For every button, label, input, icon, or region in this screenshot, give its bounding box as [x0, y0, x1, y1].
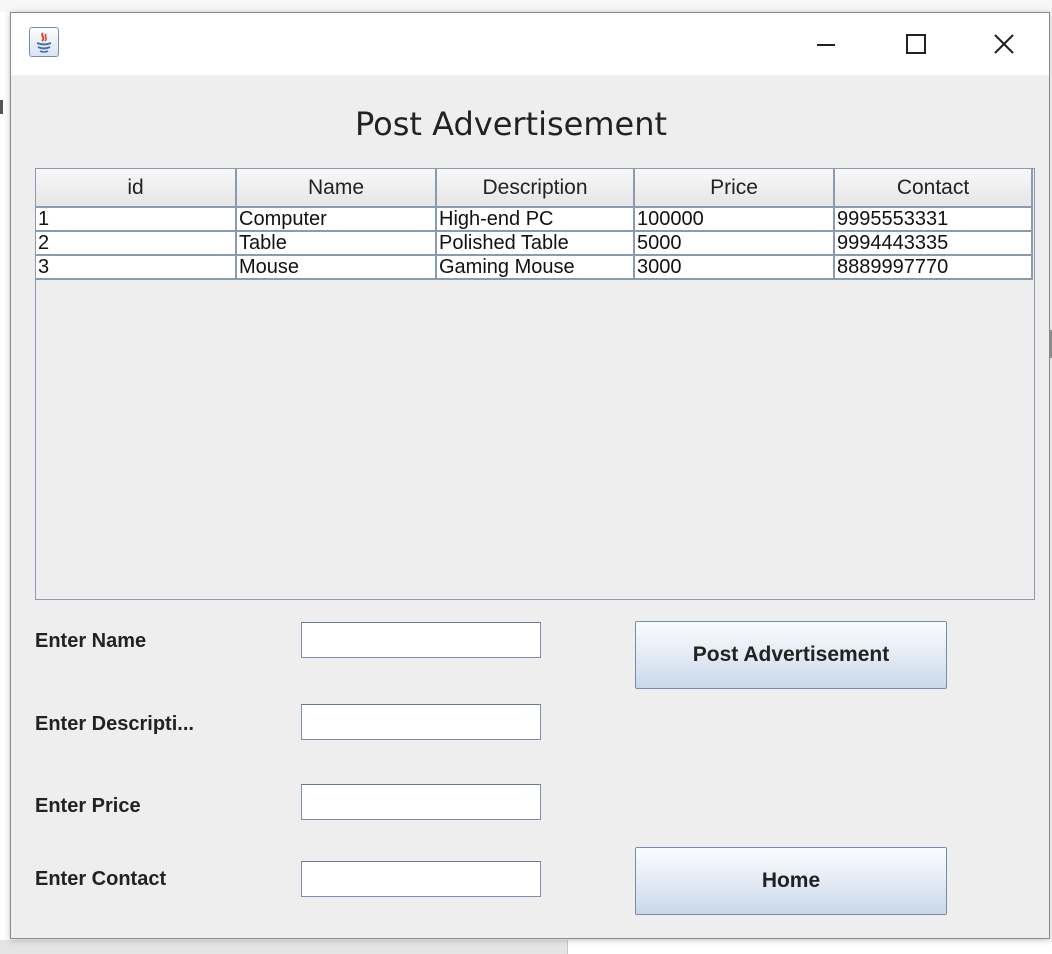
column-header-id[interactable]: id: [36, 169, 237, 208]
table-row[interactable]: 2 Table Polished Table 5000 9994443335: [36, 231, 1033, 256]
table-cell[interactable]: High-end PC: [436, 207, 635, 232]
title-bar[interactable]: [11, 13, 1049, 75]
table-cell[interactable]: 3: [36, 255, 237, 280]
minimize-icon: [817, 44, 835, 46]
post-advertisement-button[interactable]: Post Advertisement: [635, 621, 947, 689]
price-field[interactable]: [301, 784, 541, 820]
close-button[interactable]: [969, 13, 1039, 75]
table-cell[interactable]: 5000: [634, 231, 835, 256]
table-cell[interactable]: Polished Table: [436, 231, 635, 256]
background-app-strip: [0, 0, 1052, 12]
table-cell[interactable]: 2: [36, 231, 237, 256]
table-cell[interactable]: 1: [36, 207, 237, 232]
name-label: Enter Name: [35, 630, 147, 652]
column-header-description[interactable]: Description: [436, 169, 635, 208]
background-app-edge: [0, 100, 3, 114]
table-cell[interactable]: Table: [236, 231, 437, 256]
price-label: Enter Price: [35, 795, 141, 817]
table-cell[interactable]: Mouse: [236, 255, 437, 280]
description-field[interactable]: [301, 704, 541, 740]
table-header-row: id Name Description Price Contact: [36, 169, 1033, 208]
close-icon: [994, 34, 1014, 54]
contact-label: Enter Contact: [35, 868, 167, 890]
background-app-panel: [0, 940, 568, 954]
table-cell[interactable]: 9995553331: [834, 207, 1033, 232]
table-cell[interactable]: 8889997770: [834, 255, 1033, 280]
table-cell[interactable]: 9994443335: [834, 231, 1033, 256]
table-cell[interactable]: 3000: [634, 255, 835, 280]
contact-field[interactable]: [301, 861, 541, 897]
description-label: Enter Descripti...: [35, 713, 194, 735]
table-cell[interactable]: Computer: [236, 207, 437, 232]
home-button[interactable]: Home: [635, 847, 947, 915]
name-field[interactable]: [301, 622, 541, 658]
table-row[interactable]: 1 Computer High-end PC 100000 9995553331: [36, 207, 1033, 232]
app-window: Post Advertisement id Name Description P…: [10, 12, 1050, 939]
maximize-icon: [906, 34, 926, 54]
table-cell[interactable]: 100000: [634, 207, 835, 232]
table-cell[interactable]: Gaming Mouse: [436, 255, 635, 280]
column-header-contact[interactable]: Contact: [834, 169, 1033, 208]
maximize-button[interactable]: [881, 13, 951, 75]
minimize-button[interactable]: [791, 13, 861, 75]
page-title: Post Advertisement: [354, 105, 668, 143]
advertisement-table[interactable]: id Name Description Price Contact 1 Comp…: [35, 168, 1035, 600]
table-row[interactable]: 3 Mouse Gaming Mouse 3000 8889997770: [36, 255, 1033, 280]
column-header-price[interactable]: Price: [634, 169, 835, 208]
java-app-icon: [29, 27, 59, 57]
column-header-name[interactable]: Name: [236, 169, 437, 208]
